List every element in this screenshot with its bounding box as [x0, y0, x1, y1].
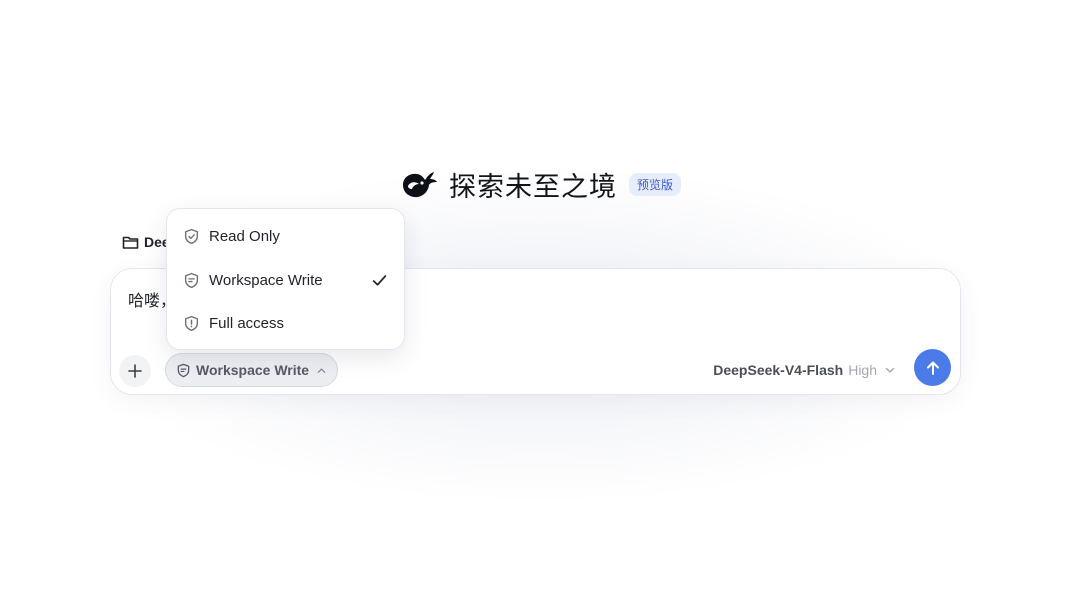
folder-icon	[122, 236, 139, 249]
plus-icon	[128, 364, 142, 378]
menu-item-label: Full access	[209, 315, 285, 333]
menu-item-read-only[interactable]: Read Only	[167, 215, 404, 259]
checkmark-icon	[372, 274, 387, 286]
chevron-up-icon	[317, 367, 326, 373]
menu-item-label: Read Only	[209, 228, 280, 246]
add-attachment-button[interactable]	[119, 355, 151, 387]
model-level: High	[848, 362, 877, 378]
shield-check-icon	[184, 229, 199, 245]
arrow-up-icon	[926, 361, 939, 375]
shield-alert-icon	[184, 316, 199, 332]
menu-item-full-access[interactable]: Full access	[167, 302, 404, 346]
shield-edit-icon	[184, 272, 199, 288]
send-button[interactable]	[914, 349, 951, 386]
permission-mode-button[interactable]: Workspace Write	[165, 353, 339, 387]
chevron-down-icon	[885, 367, 895, 373]
workspace-folder-selector[interactable]: Dee	[122, 234, 170, 250]
deepseek-whale-logo-icon	[402, 171, 437, 197]
model-selector[interactable]: DeepSeek-V4-Flash High	[713, 362, 896, 378]
hero-header: 探索未至之境 预览版	[0, 165, 1080, 204]
hero-title: 探索未至之境	[448, 172, 617, 203]
menu-item-label: Workspace Write	[209, 271, 323, 289]
permission-mode-label: Workspace Write	[196, 362, 310, 378]
shield-edit-icon	[177, 363, 190, 377]
menu-item-workspace-write[interactable]: Workspace Write	[167, 259, 404, 303]
model-name: DeepSeek-V4-Flash	[713, 362, 844, 378]
permission-mode-menu: Read Only Workspace Write Full access	[166, 208, 405, 350]
preview-badge: 预览版	[628, 173, 681, 196]
page: 探索未至之境 预览版 Dee 哈喽， Workspace Write DeepS…	[0, 0, 1080, 590]
